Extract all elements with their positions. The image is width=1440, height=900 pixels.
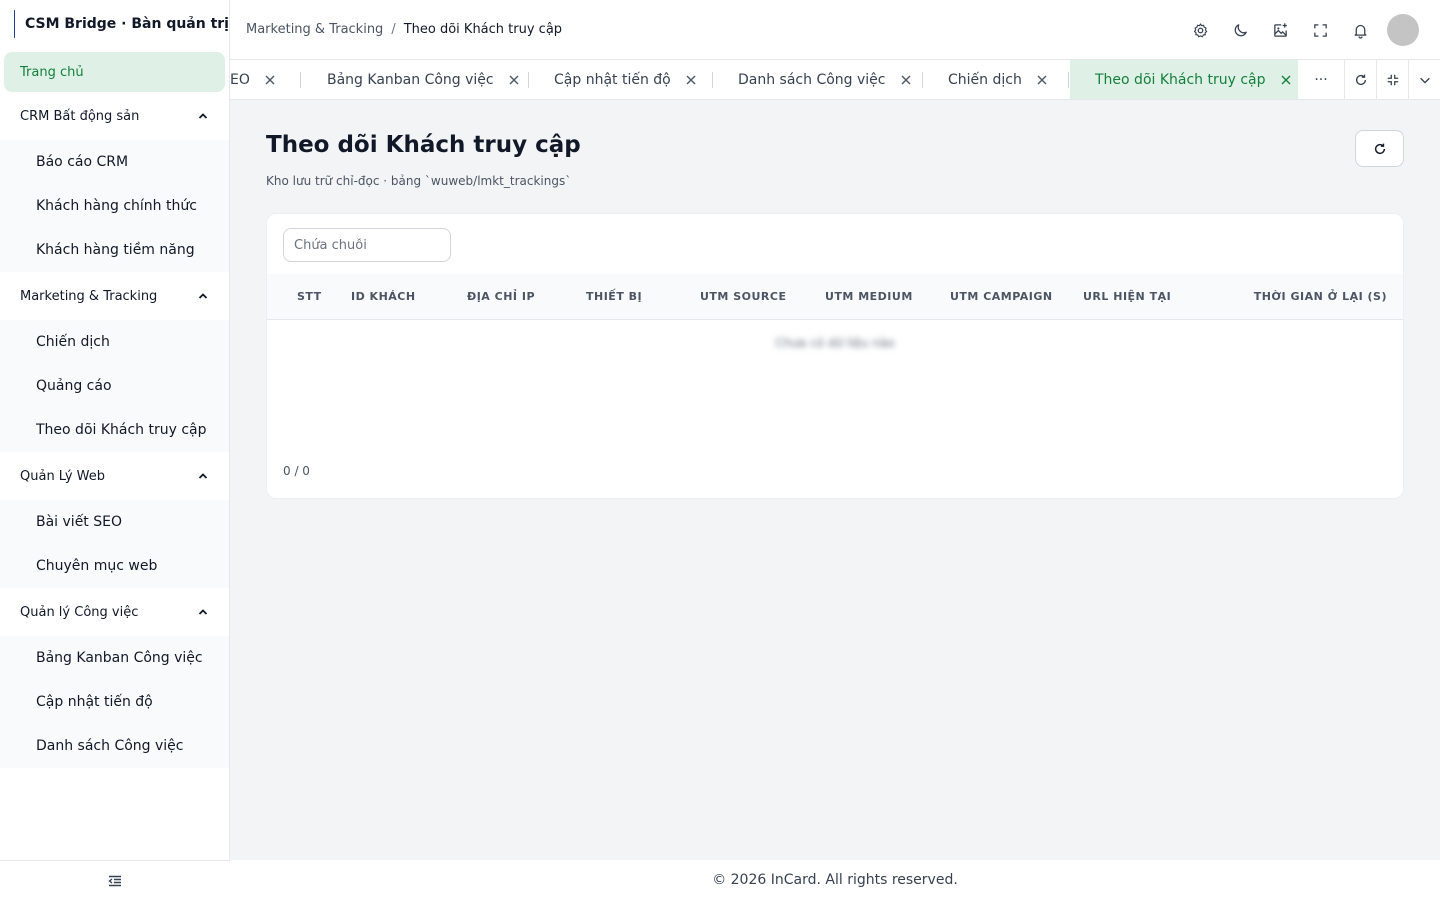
bell-icon bbox=[1354, 24, 1366, 39]
settings-button[interactable] bbox=[1180, 10, 1220, 50]
compress-icon bbox=[1387, 74, 1398, 86]
column-header-guest-id[interactable]: ID khách bbox=[351, 274, 416, 320]
sidebar-group-web[interactable]: Quản Lý Web bbox=[0, 452, 229, 500]
tab-progress-updates[interactable]: Cập nhật tiến độ bbox=[554, 60, 697, 99]
brand[interactable]: CSM Bridge · Bàn quản trị bbox=[0, 0, 229, 48]
tab-seo[interactable]: EO bbox=[230, 60, 276, 99]
footer: © 2026 InCard. All rights reserved. bbox=[230, 860, 1440, 900]
search-input[interactable] bbox=[283, 228, 451, 262]
page-title: Theo dõi Khách truy cập bbox=[266, 132, 581, 158]
chevron-down-icon bbox=[1419, 77, 1430, 84]
column-header-utm-campaign[interactable]: UTM Campaign bbox=[950, 274, 1053, 320]
sidebar-item-visitor-tracking[interactable]: Theo dõi Khách truy cập bbox=[0, 408, 229, 452]
chevron-up-icon bbox=[198, 113, 208, 119]
sidebar-group-label: CRM Bất động sản bbox=[20, 108, 140, 124]
moon-icon bbox=[1234, 23, 1247, 36]
tab-campaigns[interactable]: Chiến dịch bbox=[948, 60, 1048, 99]
column-header-ip-address[interactable]: Địa chỉ IP bbox=[467, 274, 535, 320]
breadcrumb: Marketing & Tracking / Theo dõi Khách tr… bbox=[230, 22, 562, 37]
close-icon[interactable] bbox=[508, 74, 520, 86]
sidebar-item-official-customers[interactable]: Khách hàng chính thức bbox=[0, 184, 229, 228]
tab-label: Danh sách Công việc bbox=[738, 72, 886, 88]
fullscreen-button[interactable] bbox=[1300, 10, 1340, 50]
refresh-icon bbox=[1355, 74, 1366, 85]
expand-icon bbox=[1313, 23, 1327, 37]
page-subtitle: Kho lưu trữ chỉ-đọc · bảng `wuweb/lmkt_t… bbox=[266, 174, 572, 188]
sidebar-item-kanban[interactable]: Bảng Kanban Công việc bbox=[0, 636, 229, 680]
app-title: CSM Bridge · Bàn quản trị bbox=[24, 16, 229, 32]
tab-label: Bảng Kanban Công việc bbox=[327, 72, 494, 88]
close-icon[interactable] bbox=[264, 74, 276, 86]
app-logo bbox=[14, 10, 15, 38]
sidebar-group-marketing[interactable]: Marketing & Tracking bbox=[0, 272, 229, 320]
gear-icon bbox=[1193, 22, 1207, 37]
empty-state-text: Chưa có dữ liệu nào bbox=[775, 336, 895, 350]
top-header: Marketing & Tracking / Theo dõi Khách tr… bbox=[230, 0, 1440, 60]
refresh-icon bbox=[1374, 143, 1385, 154]
close-icon[interactable] bbox=[900, 74, 912, 86]
sidebar-group-label: Quản lý Công việc bbox=[20, 604, 139, 620]
tab-label: Theo dõi Khách truy cập bbox=[1095, 72, 1266, 88]
tab-task-list[interactable]: Danh sách Công việc bbox=[738, 60, 912, 99]
data-table-card: STT ID khách Địa chỉ IP Thiết bị UTM Sou… bbox=[266, 213, 1404, 499]
close-icon[interactable] bbox=[685, 74, 697, 86]
tab-dropdown-button[interactable] bbox=[1408, 60, 1440, 99]
pagination-info: 0 / 0 bbox=[283, 464, 310, 478]
sidebar: CSM Bridge · Bàn quản trị Trang chủ CRM … bbox=[0, 0, 230, 900]
chevron-up-icon bbox=[198, 473, 208, 479]
breadcrumb-separator: / bbox=[391, 22, 396, 37]
reload-button[interactable] bbox=[1355, 130, 1404, 167]
sidebar-group-label: Marketing & Tracking bbox=[20, 288, 158, 304]
column-header-time-on-page[interactable]: Thời gian ở lại (s) bbox=[1254, 274, 1387, 320]
chevron-up-icon bbox=[198, 293, 208, 299]
sidebar-item-progress-updates[interactable]: Cập nhật tiến độ bbox=[0, 680, 229, 724]
sidebar-item-crm-report[interactable]: Báo cáo CRM bbox=[0, 140, 229, 184]
tab-kanban[interactable]: Bảng Kanban Công việc bbox=[327, 60, 520, 99]
column-header-utm-source[interactable]: UTM Source bbox=[700, 274, 786, 320]
tab-list: EO Bảng Kanban Công việc Cập nhật tiến đ… bbox=[230, 60, 1298, 99]
image-plus-icon bbox=[1273, 22, 1287, 37]
sidebar-item-home[interactable]: Trang chủ bbox=[4, 52, 225, 92]
close-icon[interactable] bbox=[1036, 74, 1048, 86]
sidebar-item-seo-posts[interactable]: Bài viết SEO bbox=[0, 500, 229, 544]
sidebar-item-task-list[interactable]: Danh sách Công việc bbox=[0, 724, 229, 768]
notifications-button[interactable] bbox=[1340, 10, 1380, 50]
close-icon[interactable] bbox=[1280, 74, 1292, 86]
column-header-current-url[interactable]: URL hiện tại bbox=[1083, 274, 1171, 320]
tab-label: EO bbox=[230, 72, 250, 88]
sidebar-item-web-categories[interactable]: Chuyên mục web bbox=[0, 544, 229, 588]
tab-more-button[interactable]: ··· bbox=[1298, 60, 1344, 99]
column-header-stt[interactable]: STT bbox=[297, 274, 322, 320]
tab-label: Cập nhật tiến độ bbox=[554, 72, 671, 88]
avatar[interactable] bbox=[1387, 14, 1419, 46]
tab-maximize-button[interactable] bbox=[1376, 60, 1408, 99]
tab-visitor-tracking[interactable]: Theo dõi Khách truy cập bbox=[1070, 60, 1298, 99]
sidebar-group-label: Quản Lý Web bbox=[20, 468, 106, 484]
tab-refresh-button[interactable] bbox=[1344, 60, 1376, 99]
add-image-button[interactable] bbox=[1260, 10, 1300, 50]
breadcrumb-current: Theo dõi Khách truy cập bbox=[403, 22, 563, 37]
tab-label: Chiến dịch bbox=[948, 72, 1022, 88]
breadcrumb-parent[interactable]: Marketing & Tracking bbox=[246, 22, 383, 37]
sidebar-collapse-button[interactable] bbox=[0, 860, 230, 900]
sidebar-item-potential-customers[interactable]: Khách hàng tiềm năng bbox=[0, 228, 229, 272]
sidebar-group-tasks[interactable]: Quản lý Công việc bbox=[0, 588, 229, 636]
dark-mode-button[interactable] bbox=[1220, 10, 1260, 50]
sidebar-group-crm[interactable]: CRM Bất động sản bbox=[0, 92, 229, 140]
chevron-up-icon bbox=[198, 609, 208, 615]
sidebar-item-campaigns[interactable]: Chiến dịch bbox=[0, 320, 229, 364]
sidebar-item-ads[interactable]: Quảng cáo bbox=[0, 364, 229, 408]
table-header: STT ID khách Địa chỉ IP Thiết bị UTM Sou… bbox=[267, 274, 1403, 320]
menu-fold-icon bbox=[108, 875, 121, 886]
tab-bar: EO Bảng Kanban Công việc Cập nhật tiến đ… bbox=[230, 60, 1440, 100]
column-header-utm-medium[interactable]: UTM Medium bbox=[825, 274, 913, 320]
column-header-device[interactable]: Thiết bị bbox=[586, 274, 642, 320]
